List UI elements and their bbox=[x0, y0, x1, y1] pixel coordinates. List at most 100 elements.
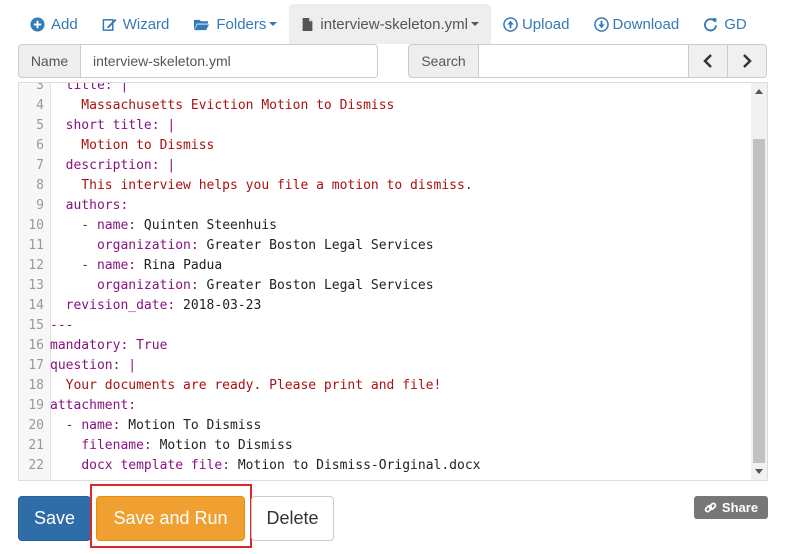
toolbar-nav: Add Wizard Folders interview-skeleton.ym… bbox=[18, 4, 759, 44]
code-token: Quinten Steenhuis bbox=[136, 218, 277, 233]
code-text: short title: | bbox=[47, 116, 176, 136]
code-line[interactable]: 4 Massachusetts Eviction Motion to Dismi… bbox=[19, 96, 753, 116]
code-token: description: bbox=[65, 158, 160, 173]
share-button[interactable]: Share bbox=[694, 496, 768, 519]
line-number: 13 bbox=[28, 278, 44, 293]
name-input[interactable]: interview-skeleton.yml bbox=[81, 44, 378, 78]
name-row: Name interview-skeleton.yml bbox=[18, 44, 378, 78]
scroll-down-icon[interactable] bbox=[755, 469, 763, 474]
line-number: 22 bbox=[28, 458, 44, 473]
code-token: Your documents are ready. Please print a… bbox=[50, 378, 442, 393]
refresh-icon bbox=[704, 17, 718, 31]
code-text: organization: Greater Boston Legal Servi… bbox=[47, 236, 434, 256]
code-token: name: bbox=[96, 218, 137, 233]
code-token: | bbox=[159, 158, 176, 173]
search-next-button[interactable] bbox=[728, 44, 767, 78]
search-prev-button[interactable] bbox=[689, 44, 728, 78]
chevron-right-icon bbox=[743, 54, 752, 68]
code-token: filename: bbox=[81, 438, 152, 453]
code-token: | bbox=[112, 82, 129, 93]
code-token: Massachusetts Eviction Motion to Dismiss bbox=[50, 98, 395, 113]
code-line[interactable]: 21 filename: Motion to Dismiss bbox=[19, 436, 753, 456]
save-and-run-button[interactable]: Save and Run bbox=[96, 496, 245, 541]
search-input[interactable] bbox=[479, 44, 689, 78]
code-token: short title: bbox=[65, 118, 160, 133]
code-token: mandatory: bbox=[50, 338, 129, 353]
add-label: Add bbox=[51, 15, 78, 33]
add-button[interactable]: Add bbox=[18, 4, 90, 44]
folders-label: Folders bbox=[216, 15, 267, 33]
code-token: - bbox=[50, 218, 97, 233]
code-line[interactable]: 7 description: | bbox=[19, 156, 753, 176]
folder-icon bbox=[194, 19, 210, 30]
save-button[interactable]: Save bbox=[18, 496, 91, 541]
line-number: 20 bbox=[28, 418, 44, 433]
code-line[interactable]: 13 organization: Greater Boston Legal Se… bbox=[19, 276, 753, 296]
code-line[interactable]: 20 - name: Motion To Dismiss bbox=[19, 416, 753, 436]
chevron-down-icon bbox=[269, 22, 278, 26]
line-number: 21 bbox=[28, 438, 44, 453]
scroll-thumb[interactable] bbox=[753, 139, 765, 463]
line-number: 6 bbox=[36, 138, 44, 153]
code-text: - name: Quinten Steenhuis bbox=[47, 216, 277, 236]
upload-icon bbox=[503, 16, 518, 32]
editor-scrollbar[interactable] bbox=[751, 83, 767, 480]
line-number: 11 bbox=[28, 238, 44, 253]
code-token: Motion to Dismiss bbox=[151, 438, 293, 453]
delete-button[interactable]: Delete bbox=[251, 496, 334, 541]
code-token: - bbox=[50, 418, 82, 433]
file-label: interview-skeleton.yml bbox=[320, 15, 468, 33]
download-button[interactable]: Download bbox=[582, 4, 692, 44]
code-token: organization: bbox=[96, 238, 199, 253]
folders-dropdown[interactable]: Folders bbox=[181, 4, 289, 44]
code-line[interactable]: 12 - name: Rina Padua bbox=[19, 256, 753, 276]
edit-icon bbox=[102, 18, 117, 31]
code-line[interactable]: 3 title: | bbox=[19, 82, 753, 96]
code-line[interactable]: 14 revision_date: 2018-03-23 bbox=[19, 296, 753, 316]
code-token: question: bbox=[50, 358, 121, 373]
scroll-up-icon[interactable] bbox=[755, 89, 763, 94]
download-icon bbox=[593, 16, 609, 32]
code-token: revision_date: bbox=[65, 298, 176, 313]
file-dropdown[interactable]: interview-skeleton.yml bbox=[289, 4, 491, 44]
code-text: Your documents are ready. Please print a… bbox=[47, 376, 442, 396]
line-number: 7 bbox=[36, 158, 44, 173]
code-lines[interactable]: 3 title: | 4 Massachusetts Eviction Motio… bbox=[19, 82, 753, 476]
code-line[interactable]: 22 docx template file: Motion to Dismiss… bbox=[19, 456, 753, 476]
code-line[interactable]: 10 - name: Quinten Steenhuis bbox=[19, 216, 753, 236]
search-label: Search bbox=[408, 44, 479, 78]
code-line[interactable]: 8 This interview helps you file a motion… bbox=[19, 176, 753, 196]
code-token: Motion to Dismiss-Original.docx bbox=[230, 458, 481, 473]
code-token: Rina Padua bbox=[136, 258, 223, 273]
gd-sync-button[interactable]: GD bbox=[691, 4, 759, 44]
code-line[interactable]: 9 authors: bbox=[19, 196, 753, 216]
line-number: 9 bbox=[36, 198, 44, 213]
name-label: Name bbox=[18, 44, 81, 78]
plus-circle-icon bbox=[30, 16, 45, 32]
code-token: - bbox=[50, 258, 97, 273]
code-line[interactable]: 15 --- bbox=[19, 316, 753, 336]
upload-button[interactable]: Upload bbox=[491, 4, 582, 44]
code-line[interactable]: 5 short title: | bbox=[19, 116, 753, 136]
code-line[interactable]: 19 attachment: bbox=[19, 396, 753, 416]
code-token: | bbox=[159, 118, 176, 133]
code-text: organization: Greater Boston Legal Servi… bbox=[47, 276, 434, 296]
code-editor[interactable]: 3 title: | 4 Massachusetts Eviction Motio… bbox=[18, 82, 768, 481]
code-line[interactable]: 16 mandatory: True bbox=[19, 336, 753, 356]
code-line[interactable]: 6 Motion to Dismiss bbox=[19, 136, 753, 156]
code-token: name: bbox=[96, 258, 137, 273]
download-label: Download bbox=[612, 15, 680, 33]
wizard-button[interactable]: Wizard bbox=[90, 4, 182, 44]
code-line[interactable]: 11 organization: Greater Boston Legal Se… bbox=[19, 236, 753, 256]
code-token: authors: bbox=[65, 198, 129, 213]
code-text: - name: Rina Padua bbox=[47, 256, 222, 276]
code-line[interactable]: 17 question: | bbox=[19, 356, 753, 376]
code-line[interactable]: 18 Your documents are ready. Please prin… bbox=[19, 376, 753, 396]
code-token: title: bbox=[65, 82, 113, 93]
code-text: --- bbox=[47, 316, 73, 336]
